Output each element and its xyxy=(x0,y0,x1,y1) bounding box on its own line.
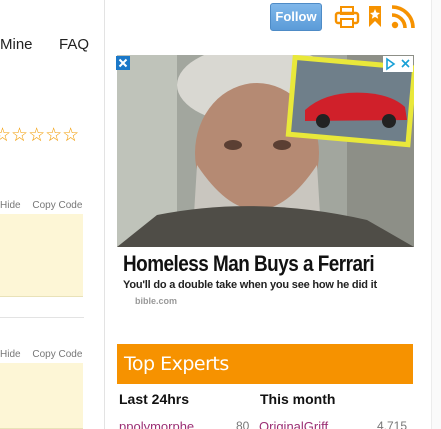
hide-code-link[interactable]: Hide xyxy=(0,349,21,360)
bookmark-icon[interactable] xyxy=(366,4,384,35)
nav-item-faq[interactable]: FAQ xyxy=(59,36,89,53)
rss-icon[interactable] xyxy=(390,4,416,35)
expert-score: 80 xyxy=(236,419,250,429)
copy-code-link[interactable]: Copy Code xyxy=(32,200,82,211)
this-month-heading: This month xyxy=(260,391,336,407)
column-divider xyxy=(104,0,105,429)
ad-source[interactable]: bible.com xyxy=(135,296,177,306)
expert-score: 4,715 xyxy=(377,419,408,429)
code-block xyxy=(0,214,83,297)
print-icon[interactable] xyxy=(334,4,360,35)
scrollbar[interactable] xyxy=(431,0,441,429)
hide-code-link[interactable]: Hide xyxy=(0,200,21,211)
code-tools: Hide Copy Code xyxy=(0,349,91,360)
code-tools: Hide Copy Code xyxy=(0,200,91,211)
ad-headline[interactable]: Homeless Man Buys a Ferrari xyxy=(123,251,375,277)
ad-image xyxy=(117,55,414,247)
divider xyxy=(0,317,84,318)
copy-code-link[interactable]: Copy Code xyxy=(32,349,82,360)
expert-link[interactable]: OriginalGriff xyxy=(259,419,328,429)
adchoices-icon[interactable] xyxy=(383,56,413,72)
code-block xyxy=(0,363,83,429)
nav-item-mine[interactable]: Mine xyxy=(0,36,33,53)
advertisement[interactable]: Homeless Man Buys a Ferrari You'll do a … xyxy=(117,55,414,307)
last-24hrs-heading: Last 24hrs xyxy=(119,391,190,407)
ad-subline[interactable]: You'll do a double take when you see how… xyxy=(123,279,377,291)
rating-stars[interactable]: ☆☆☆☆☆ xyxy=(0,124,79,147)
top-experts-header: Top Experts xyxy=(117,344,413,384)
expert-link[interactable]: ppolymorphe xyxy=(119,419,194,429)
follow-button[interactable]: Follow xyxy=(270,3,322,31)
close-icon[interactable] xyxy=(116,56,130,70)
